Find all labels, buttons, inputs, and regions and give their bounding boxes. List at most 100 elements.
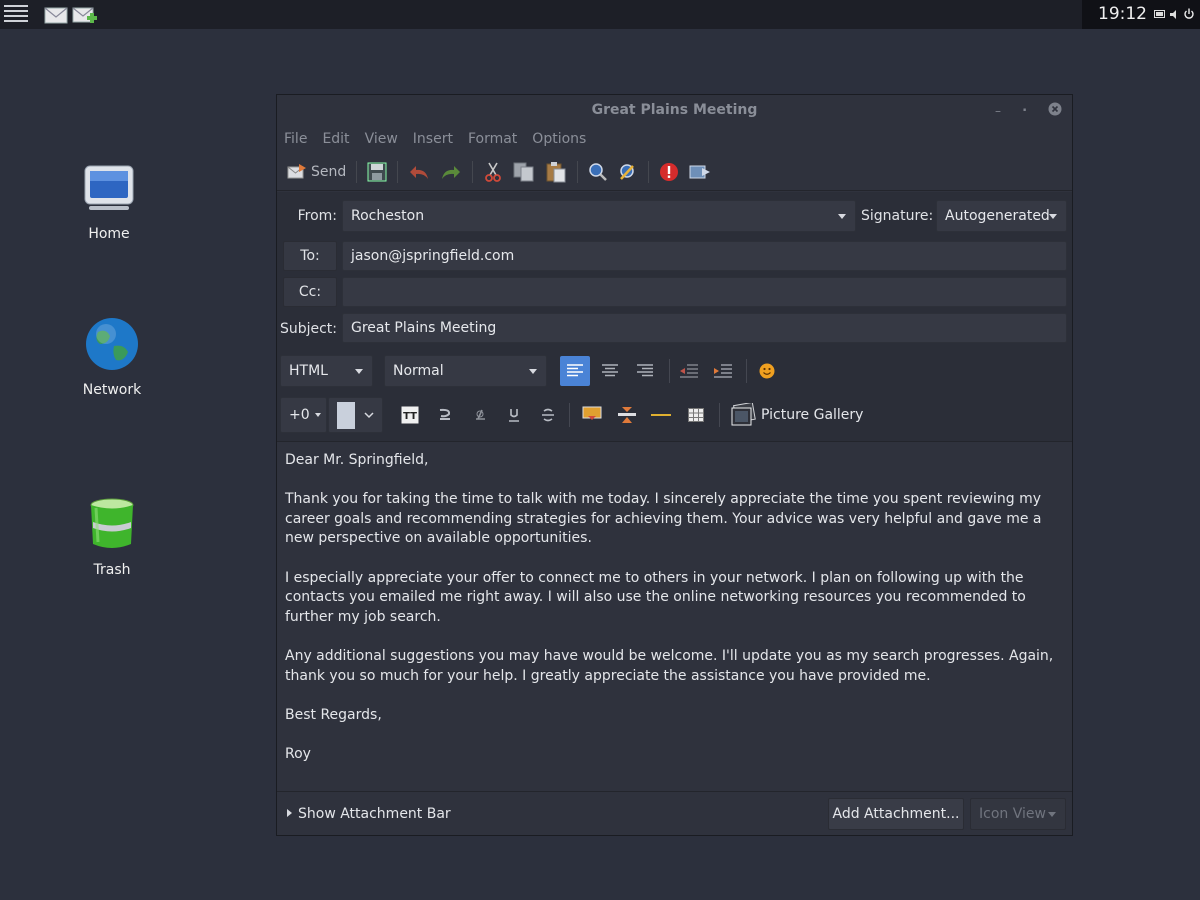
desktop-label-network: Network [82, 382, 142, 398]
save-button[interactable] [367, 159, 387, 185]
to-field[interactable]: jason@jspringfield.com [342, 241, 1067, 271]
copy-button[interactable] [513, 159, 535, 185]
battery-icon[interactable] [1154, 10, 1166, 18]
image-icon [582, 406, 602, 420]
toolbar: Send [277, 153, 1072, 191]
to-value: jason@jspringfield.com [351, 248, 515, 264]
insert-image-button[interactable] [577, 400, 607, 430]
toolbar-separator [397, 160, 399, 183]
underline-icon [509, 409, 519, 422]
clock[interactable]: 19:12 [1098, 4, 1147, 24]
italic-button[interactable] [465, 400, 495, 430]
desktop-trash[interactable]: Trash [67, 496, 157, 578]
window-title: Great Plains Meeting [591, 102, 758, 118]
picture-gallery-button[interactable]: Picture Gallery [730, 401, 863, 429]
subject-field[interactable]: Great Plains Meeting [342, 313, 1067, 343]
undo-button[interactable] [408, 159, 430, 185]
insert-rule-button[interactable] [646, 400, 676, 430]
paste-button[interactable] [545, 159, 567, 185]
signature-select[interactable]: Autogenerated [936, 200, 1067, 232]
outdent-button[interactable] [674, 356, 704, 386]
subject-label: Subject: [279, 321, 337, 337]
toolbar-separator [356, 160, 358, 183]
maximize-icon[interactable]: ⬝ [1023, 102, 1026, 117]
signature-value: Autogenerated [945, 208, 1050, 224]
paste-icon [546, 161, 566, 182]
toolbar-separator [472, 160, 474, 183]
redo-button[interactable] [440, 159, 462, 185]
insert-emoticon-button[interactable] [752, 356, 782, 386]
compose-header: From: Rocheston Signature: Autogenerated… [277, 192, 1072, 442]
from-label: From: [297, 208, 337, 224]
table-icon [688, 408, 704, 422]
align-right-button[interactable] [630, 356, 660, 386]
font-size-select[interactable]: +0 [280, 397, 327, 433]
system-tray: 19:12 [1082, 0, 1200, 29]
desktop-label-home: Home [88, 226, 130, 242]
to-button[interactable]: To: [283, 241, 337, 271]
align-left-icon [567, 364, 583, 377]
bold-button[interactable] [430, 400, 460, 430]
svg-text:TT: TT [403, 411, 417, 422]
from-select[interactable]: Rocheston [342, 200, 856, 232]
icon-view-select[interactable]: Icon View [970, 798, 1066, 830]
chevron-down-icon [838, 214, 846, 219]
find-button[interactable] [588, 159, 608, 185]
cc-field[interactable] [342, 277, 1067, 307]
mail-icon[interactable] [44, 3, 70, 25]
cut-icon [485, 162, 502, 182]
strikethrough-button[interactable] [533, 400, 563, 430]
text-color-picker[interactable] [328, 397, 383, 433]
insert-table-button[interactable] [681, 400, 711, 430]
align-center-button[interactable] [595, 356, 625, 386]
indent-button[interactable] [708, 356, 738, 386]
body-paragraph: Thank you for taking the time to talk wi… [285, 491, 1042, 547]
format-mode-value: HTML [289, 363, 328, 379]
app-menu-icon[interactable] [4, 5, 28, 23]
close-icon[interactable] [1048, 102, 1062, 116]
picture-gallery-label: Picture Gallery [761, 407, 864, 423]
volume-icon[interactable] [1170, 9, 1179, 19]
align-left-button[interactable] [560, 356, 590, 386]
format-separator [746, 359, 747, 383]
teletype-button[interactable]: TT [395, 400, 425, 430]
menu-view[interactable]: View [365, 131, 398, 147]
icon-view-label: Icon View [979, 806, 1046, 822]
signature-label: Signature: [861, 208, 934, 224]
mail-compose-icon[interactable] [72, 3, 98, 25]
power-icon[interactable] [1183, 8, 1195, 20]
minimize-icon[interactable]: – [995, 104, 1001, 118]
cut-button[interactable] [483, 159, 503, 185]
receipt-button[interactable] [689, 159, 711, 185]
from-value: Rocheston [351, 208, 425, 224]
title-bar[interactable]: Great Plains Meeting – ⬝ [277, 95, 1072, 125]
align-center-icon [602, 364, 618, 377]
send-button[interactable]: Send [287, 159, 346, 185]
format-separator [569, 403, 570, 427]
show-attachment-bar-toggle[interactable]: Show Attachment Bar [287, 806, 451, 822]
menu-file[interactable]: File [284, 131, 307, 147]
cc-button[interactable]: Cc: [283, 277, 337, 307]
menu-options[interactable]: Options [532, 131, 586, 147]
cc-label: Cc: [298, 284, 322, 300]
body-paragraph: Dear Mr. Springfield, [285, 452, 429, 468]
paragraph-style-select[interactable]: Normal [384, 355, 547, 387]
toolbar-separator [577, 160, 579, 183]
insert-link-button[interactable] [612, 400, 642, 430]
picture-gallery-icon [731, 403, 756, 426]
menu-format[interactable]: Format [468, 131, 517, 147]
message-body[interactable]: Dear Mr. Springfield, Thank you for taki… [277, 441, 1072, 791]
undo-icon [410, 165, 429, 179]
spellcheck-button[interactable] [618, 159, 638, 185]
body-paragraph: Roy [285, 745, 311, 762]
menu-edit[interactable]: Edit [322, 131, 349, 147]
menu-insert[interactable]: Insert [413, 131, 453, 147]
desktop-network[interactable]: Network [67, 316, 157, 398]
chevron-down-icon [315, 413, 321, 417]
format-mode-select[interactable]: HTML [280, 355, 373, 387]
priority-button[interactable] [659, 159, 679, 185]
desktop-home[interactable]: Home [64, 160, 154, 242]
show-attachment-bar-label: Show Attachment Bar [298, 806, 451, 822]
add-attachment-button[interactable]: Add Attachment... [828, 798, 964, 830]
underline-button[interactable] [499, 400, 529, 430]
